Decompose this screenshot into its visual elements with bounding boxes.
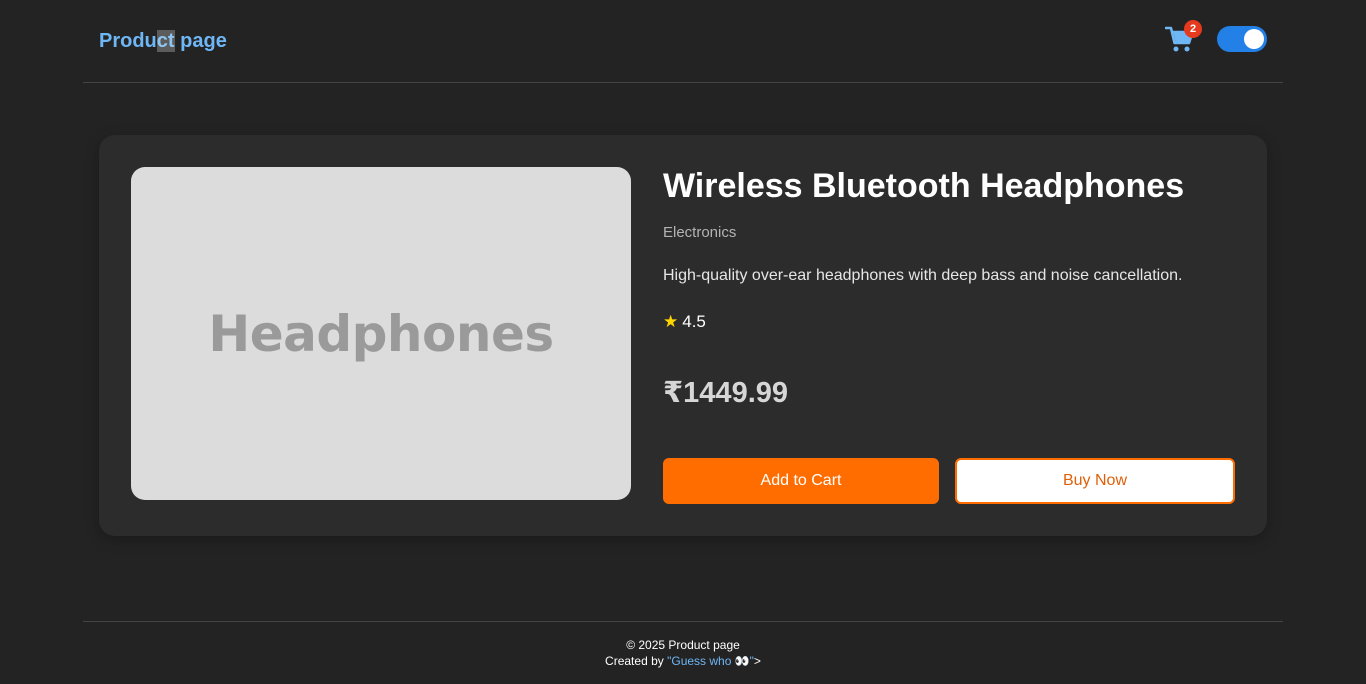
brand-text-end: page bbox=[174, 30, 227, 52]
site-header: Product page 2 bbox=[83, 0, 1283, 83]
site-footer: © 2025 Product page Created by "Guess wh… bbox=[83, 621, 1283, 684]
credits-suffix: > bbox=[753, 654, 761, 668]
add-to-cart-button[interactable]: Add to Cart bbox=[663, 458, 939, 504]
credits-line: Created by "Guess who 👀"> bbox=[83, 653, 1283, 670]
star-icon: ★ bbox=[663, 312, 679, 331]
product-image: Headphones bbox=[131, 167, 631, 500]
brand-text-selected: ct bbox=[156, 30, 175, 52]
cart-count-badge: 2 bbox=[1184, 20, 1202, 38]
product-image-label: Headphones bbox=[208, 304, 554, 363]
toggle-knob bbox=[1244, 29, 1264, 49]
product-category: Electronics bbox=[663, 224, 737, 241]
buy-now-button[interactable]: Buy Now bbox=[955, 458, 1235, 504]
product-price: ₹1449.99 bbox=[663, 377, 789, 409]
author-link[interactable]: "Guess who 👀" bbox=[667, 654, 754, 668]
cart-button[interactable]: 2 bbox=[1164, 20, 1202, 56]
product-card: Headphones Wireless Bluetooth Headphones… bbox=[99, 135, 1267, 536]
credits-prefix: Created by bbox=[605, 654, 668, 668]
brand-title[interactable]: Product page bbox=[99, 30, 227, 52]
brand-text-start: Produ bbox=[99, 30, 157, 52]
theme-toggle[interactable] bbox=[1217, 26, 1267, 52]
product-title: Wireless Bluetooth Headphones bbox=[663, 167, 1185, 205]
copyright-text: © 2025 Product page bbox=[626, 638, 740, 652]
rating-value: 4.5 bbox=[682, 312, 706, 331]
product-description: High-quality over-ear headphones with de… bbox=[663, 267, 1183, 284]
product-rating: ★ 4.5 bbox=[663, 312, 706, 332]
